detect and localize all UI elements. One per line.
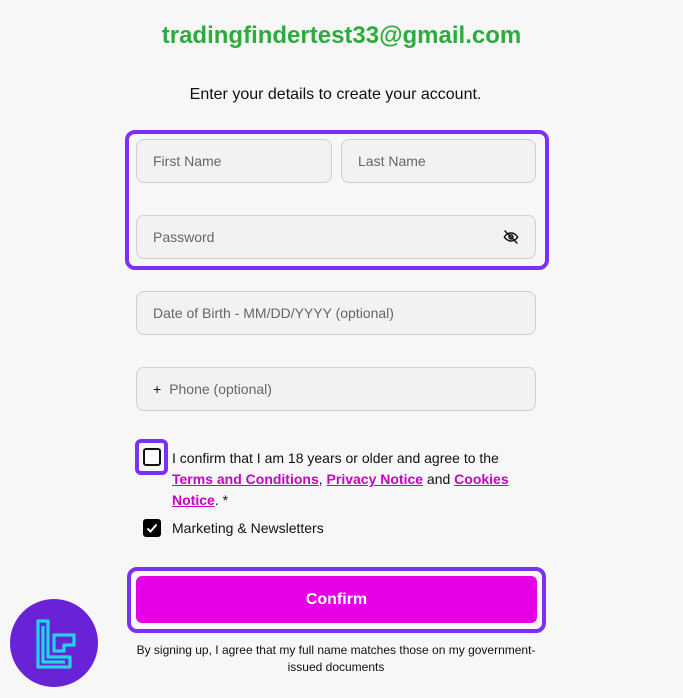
marketing-checkbox[interactable] [143,519,161,537]
account-email: tradingfindertest33@gmail.com [161,22,522,49]
confirm-button[interactable]: Confirm [136,576,537,623]
checkmark-icon [146,523,158,533]
terms-checkbox[interactable] [143,448,161,466]
consent-sep-1: , [318,471,327,487]
dob-placeholder: Date of Birth - MM/DD/YYYY (optional) [153,305,394,321]
password-placeholder: Password [153,229,215,245]
phone-field[interactable]: + Phone (optional) [136,367,536,411]
date-of-birth-field[interactable]: Date of Birth - MM/DD/YYYY (optional) [136,291,536,335]
consent-text-after: . * [214,492,229,508]
first-name-placeholder: First Name [153,153,222,169]
tradingfinder-logo [10,599,98,687]
privacy-link[interactable]: Privacy Notice [327,471,424,487]
marketing-label: Marketing & Newsletters [172,520,324,536]
last-name-placeholder: Last Name [358,153,426,169]
consent-text-before: I confirm that I am 18 years or older an… [172,450,499,466]
logo-icon [36,619,76,669]
form-subtitle: Enter your details to create your accoun… [189,86,482,103]
eye-off-icon[interactable] [503,229,519,245]
signup-disclaimer: By signing up, I agree that my full name… [136,643,536,674]
consent-sep-2: and [423,471,455,487]
phone-prefix: + [153,381,162,397]
last-name-field[interactable]: Last Name [341,139,536,183]
password-field[interactable]: Password [136,215,536,259]
terms-link[interactable]: Terms and Conditions [172,471,319,487]
consent-text: I confirm that I am 18 years or older an… [172,448,522,511]
first-name-field[interactable]: First Name [136,139,332,183]
phone-placeholder: Phone (optional) [169,381,272,397]
